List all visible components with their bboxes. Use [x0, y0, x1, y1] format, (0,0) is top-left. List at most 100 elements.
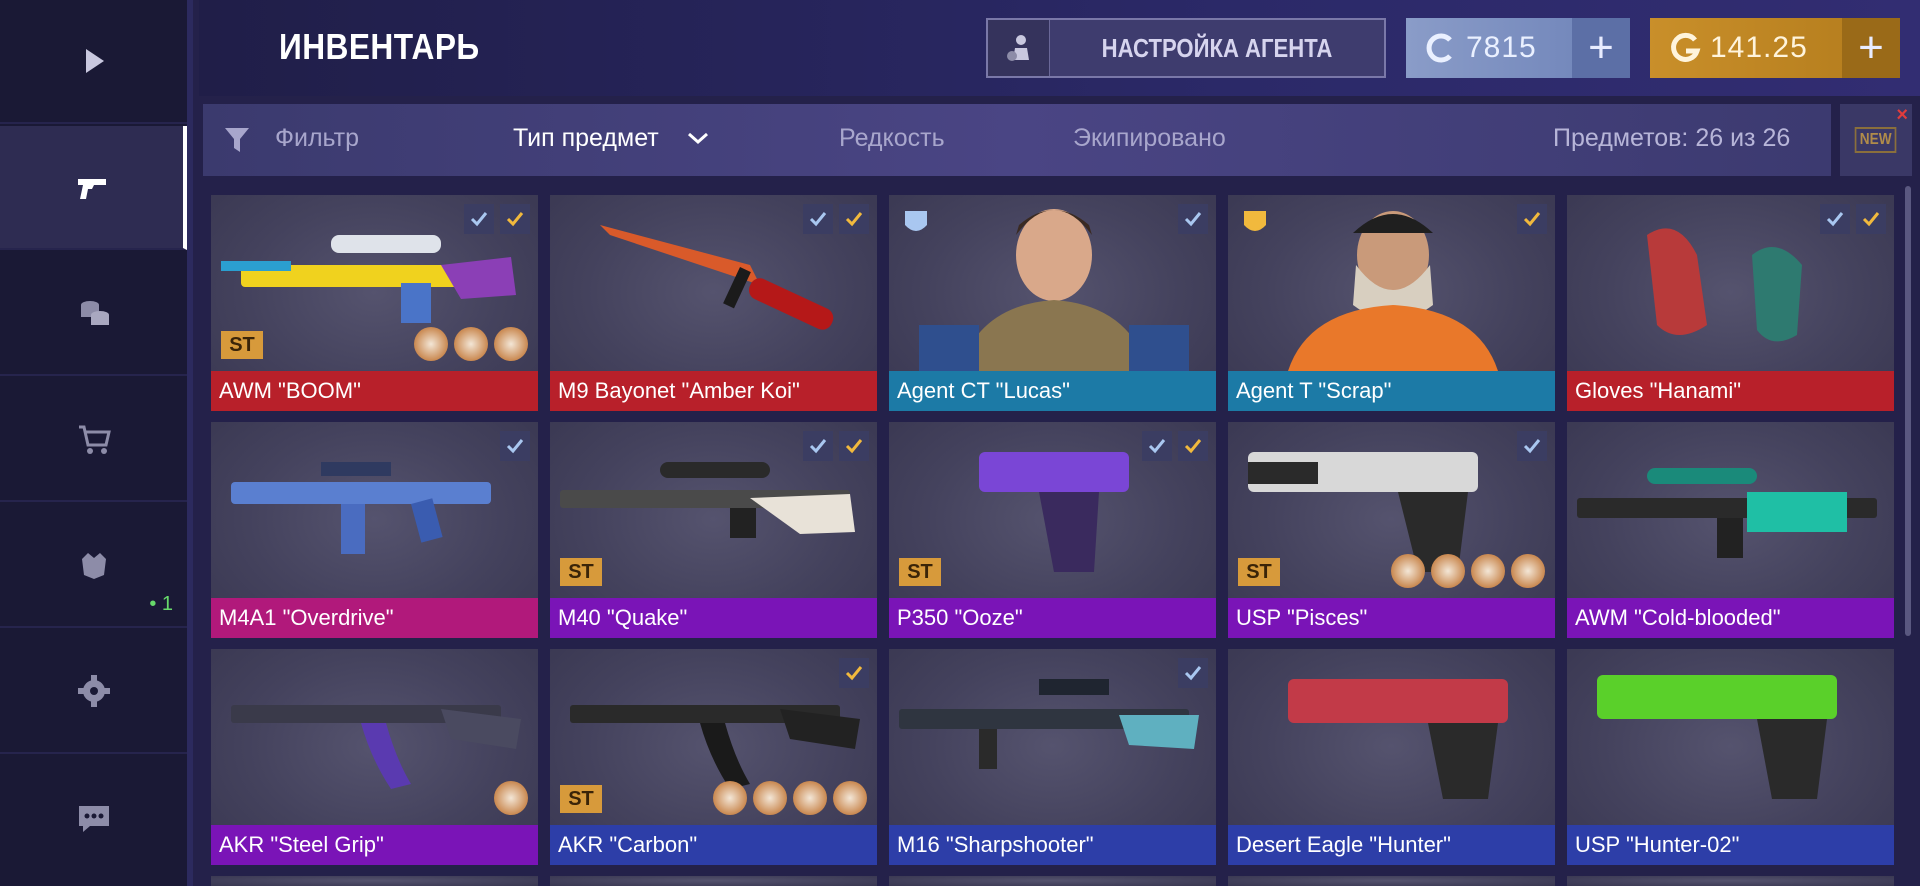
t-equipped-check-icon — [839, 204, 869, 234]
item-name: Agent T "Scrap" — [1228, 371, 1555, 411]
sticker-icon — [1391, 554, 1425, 588]
t-team-icon — [1238, 205, 1272, 244]
item-card[interactable]: AKR "Steel Grip" — [211, 649, 538, 865]
t-equipped-check-icon — [500, 204, 530, 234]
item-name: AWM "BOOM" — [211, 371, 538, 411]
item-card[interactable]: Agent CT "Lucas" — [889, 195, 1216, 411]
item-image — [1597, 675, 1837, 799]
sidebar-item-clan[interactable]: • 1 — [0, 504, 187, 628]
sidebar-item-play[interactable] — [0, 0, 187, 124]
item-name: USP "Hunter-02" — [1567, 825, 1894, 865]
sidebar-item-inventory[interactable] — [0, 126, 187, 250]
item-card[interactable]: M4A1 "Overdrive" — [211, 422, 538, 638]
agent-icon — [988, 20, 1050, 76]
item-name: Desert Eagle "Hunter" — [1228, 825, 1555, 865]
item-card[interactable]: Desert Eagle "Hunter" — [1228, 649, 1555, 865]
ct-equipped-check-icon — [803, 431, 833, 461]
equipped-filter[interactable]: Экипировано — [1073, 124, 1226, 153]
item-card-partial[interactable] — [889, 876, 1216, 886]
item-card-partial[interactable] — [211, 876, 538, 886]
credits-value: 7815 — [1466, 31, 1537, 64]
equipped-checks — [1142, 431, 1208, 461]
header: ИНВЕНТАРЬ НАСТРОЙКА АГЕНТА 7815 + 141.25… — [199, 0, 1920, 96]
item-name: M4A1 "Overdrive" — [211, 598, 538, 638]
item-card[interactable]: ST M40 "Quake" — [550, 422, 877, 638]
sticker-row — [414, 327, 528, 361]
item-count: Предметов: 26 из 26 — [1553, 124, 1791, 152]
filter-bar: Фильтр Тип предмет Редкость Экипировано … — [203, 104, 1831, 176]
sticker-icon — [1471, 554, 1505, 588]
gold-value: 141.25 — [1710, 31, 1808, 64]
sidebar-item-market[interactable] — [0, 252, 187, 376]
sidebar-item-settings[interactable] — [0, 630, 187, 754]
agent-settings-button[interactable]: НАСТРОЙКА АГЕНТА — [986, 18, 1386, 78]
sticker-icon — [494, 781, 528, 815]
sticker-icon — [1511, 554, 1545, 588]
item-card[interactable]: ST AKR "Carbon" — [550, 649, 877, 865]
stattrack-badge: ST — [899, 558, 941, 586]
clan-badge: • 1 — [149, 593, 173, 615]
sticker-icon — [833, 781, 867, 815]
item-image — [1577, 468, 1877, 558]
item-card-partial[interactable] — [1228, 876, 1555, 886]
item-card[interactable]: ST P350 "Ooze" — [889, 422, 1216, 638]
item-card[interactable]: Agent T "Scrap" — [1228, 195, 1555, 411]
filter-button[interactable]: Фильтр — [275, 124, 359, 153]
item-card[interactable]: USP "Hunter-02" — [1567, 649, 1894, 865]
rarity-filter[interactable]: Редкость — [839, 124, 945, 153]
chevron-down-icon[interactable] — [686, 130, 710, 146]
close-icon: × — [1896, 104, 1908, 126]
item-name: USP "Pisces" — [1228, 598, 1555, 638]
sticker-icon — [1431, 554, 1465, 588]
gold-balance[interactable]: 141.25 + — [1650, 18, 1900, 78]
credits-balance[interactable]: 7815 + — [1406, 18, 1630, 78]
t-equipped-check-icon — [1517, 204, 1547, 234]
scrollbar[interactable] — [1905, 186, 1911, 636]
sticker-row — [1391, 554, 1545, 588]
stattrack-badge: ST — [560, 785, 602, 813]
sidebar-item-chat[interactable] — [0, 756, 187, 880]
item-type-dropdown[interactable]: Тип предмет — [513, 124, 659, 153]
ct-equipped-check-icon — [1178, 658, 1208, 688]
add-gold-button[interactable]: + — [1842, 18, 1900, 78]
t-equipped-check-icon — [839, 658, 869, 688]
t-equipped-check-icon — [1856, 204, 1886, 234]
equipped-checks — [1820, 204, 1886, 234]
item-card[interactable]: M9 Bayonet "Amber Koi" — [550, 195, 877, 411]
item-card-partial[interactable] — [550, 876, 877, 886]
item-card-partial[interactable] — [1567, 876, 1894, 886]
item-card[interactable]: AWM "Cold-blooded" — [1567, 422, 1894, 638]
equipped-checks — [1517, 431, 1547, 461]
item-image — [1288, 211, 1498, 371]
new-items-button[interactable]: NEW × — [1840, 104, 1912, 176]
item-card[interactable]: ST USP "Pisces" — [1228, 422, 1555, 638]
equipped-checks — [464, 204, 530, 234]
item-name: Gloves "Hanami" — [1567, 371, 1894, 411]
ct-equipped-check-icon — [1517, 431, 1547, 461]
sticker-icon — [494, 327, 528, 361]
equipped-checks — [803, 204, 869, 234]
sidebar-item-shop[interactable] — [0, 378, 187, 502]
pistol-icon — [77, 179, 106, 199]
sticker-row — [494, 781, 528, 815]
equipped-checks — [1517, 204, 1547, 234]
item-card[interactable]: ST AWM "BOOM" — [211, 195, 538, 411]
cart-icon — [78, 425, 111, 454]
new-label: NEW — [1855, 127, 1897, 153]
item-image — [919, 209, 1189, 371]
play-icon — [85, 49, 104, 73]
item-image — [231, 705, 521, 789]
item-name: AWM "Cold-blooded" — [1567, 598, 1894, 638]
item-name: M16 "Sharpshooter" — [889, 825, 1216, 865]
filter-icon[interactable] — [223, 124, 251, 156]
ct-equipped-check-icon — [1142, 431, 1172, 461]
t-equipped-check-icon — [839, 431, 869, 461]
ct-equipped-check-icon — [464, 204, 494, 234]
item-card[interactable]: M16 "Sharpshooter" — [889, 649, 1216, 865]
item-card[interactable]: Gloves "Hanami" — [1567, 195, 1894, 411]
sticker-row — [713, 781, 867, 815]
item-name: AKR "Carbon" — [550, 825, 877, 865]
item-image — [899, 679, 1199, 769]
chat-icon — [78, 806, 109, 832]
add-credits-button[interactable]: + — [1572, 18, 1630, 78]
